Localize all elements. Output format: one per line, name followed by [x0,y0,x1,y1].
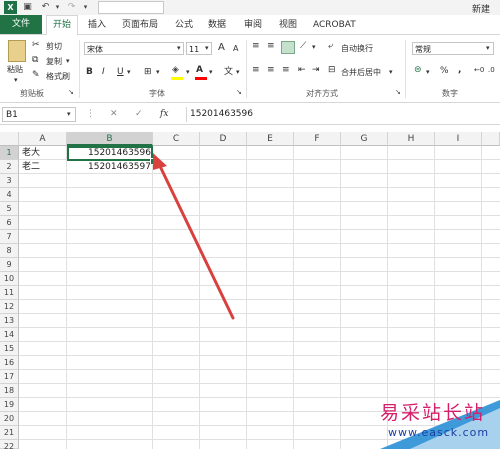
annotation-arrow-shaft [156,160,235,320]
annotation-arrow [153,153,235,320]
annotation-arrow-head [153,153,167,170]
watermark-url: www.easck.com [388,426,490,439]
watermark-text: 易采站长站 [380,402,486,424]
